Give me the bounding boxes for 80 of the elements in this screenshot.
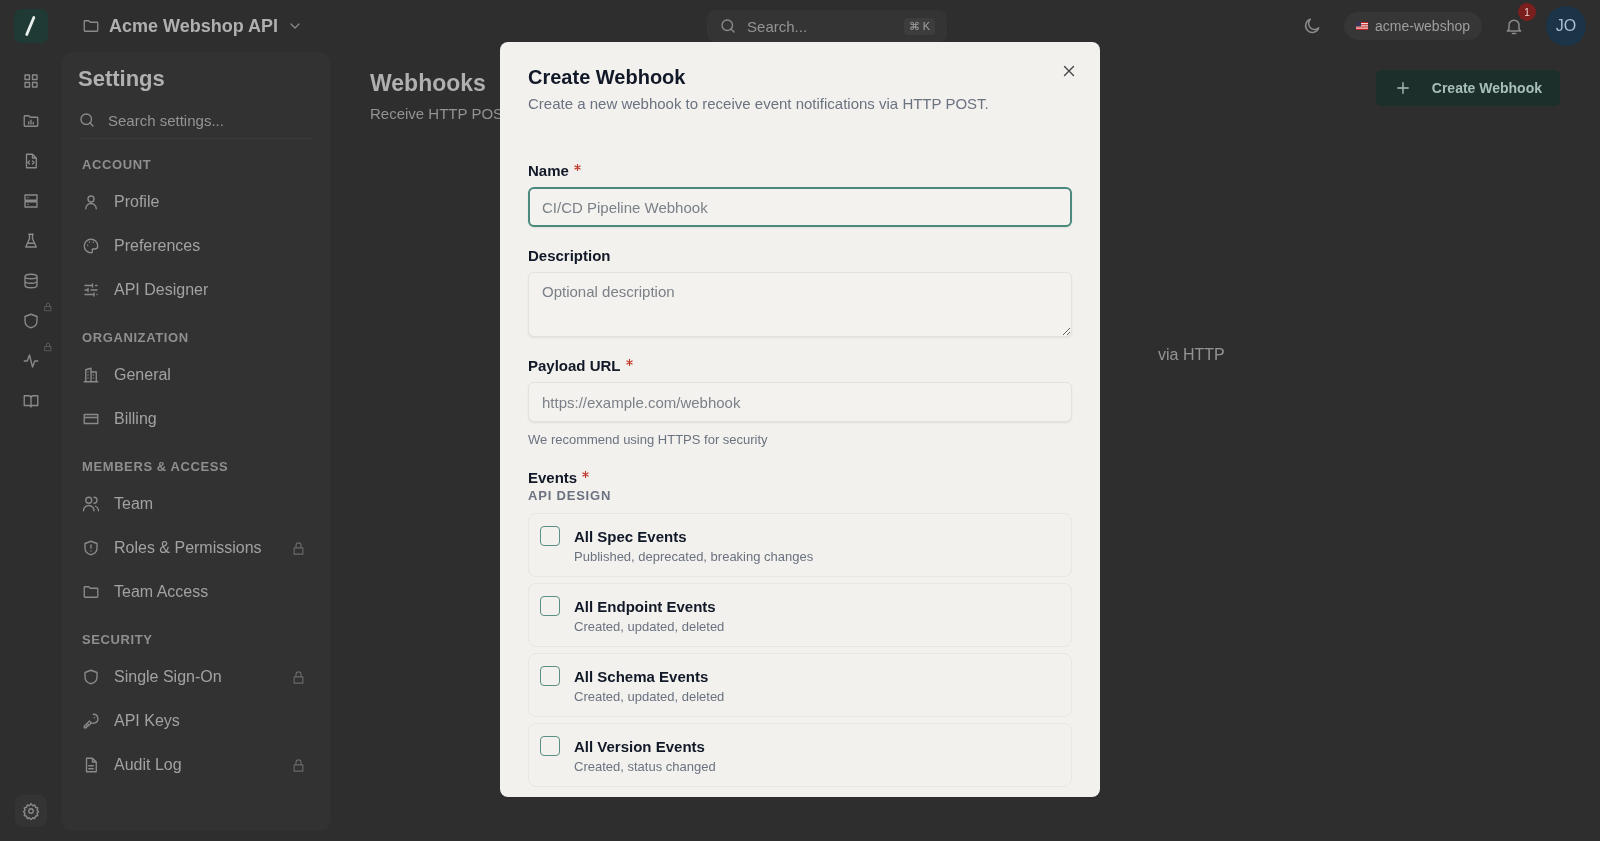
app-logo[interactable] (14, 9, 48, 43)
asterisk-icon (582, 471, 590, 478)
user-icon (82, 193, 100, 211)
section-heading: ORGANIZATION (82, 330, 190, 345)
event-option-card[interactable]: All Schema Events Created, updated, deleted (528, 653, 1072, 717)
checkbox[interactable] (540, 596, 560, 616)
folder-chart-icon[interactable] (22, 112, 40, 130)
search-field[interactable]: Search... ⌘ K (707, 10, 948, 42)
settings-nav-item[interactable]: API Keys (78, 699, 314, 743)
notification-badge: 1 (1518, 3, 1536, 21)
group-heading: API DESIGN (528, 488, 613, 503)
field-label: Name (528, 162, 569, 179)
settings-nav-item[interactable]: Roles & Permissions (78, 526, 314, 570)
project-switcher[interactable]: Acme Webshop API (78, 11, 308, 41)
event-description: Created, updated, deleted (574, 619, 725, 634)
field-label: Payload URL (528, 357, 621, 374)
book-icon[interactable] (22, 392, 40, 410)
event-option-card[interactable]: All Spec Events Published, deprecated, breaking changes (528, 513, 1072, 577)
event-option-card[interactable]: All Version Events Created, status changed (528, 723, 1072, 787)
event-title: All Version Events (574, 738, 706, 755)
asterisk-icon (625, 359, 633, 366)
activity-icon[interactable] (22, 352, 40, 370)
settings-search-field[interactable]: Search settings... (78, 102, 314, 139)
checkbox[interactable] (540, 666, 560, 686)
section-heading: SECURITY (82, 632, 154, 647)
gear-icon (22, 802, 40, 820)
key-icon (82, 712, 100, 730)
shield-icon (82, 668, 100, 686)
section-heading: MEMBERS & ACCESS (82, 459, 230, 474)
search-icon (78, 111, 96, 129)
event-title: All Schema Events (574, 668, 710, 685)
field-label: Events (528, 469, 578, 486)
settings-nav-item[interactable]: Profile (78, 180, 314, 224)
settings-nav-item[interactable]: API Designer (78, 268, 314, 312)
palette-icon (82, 237, 100, 255)
dialog-title: Create Webhook (528, 66, 686, 89)
settings-nav-item[interactable]: Preferences (78, 224, 314, 268)
flask-icon[interactable] (22, 232, 40, 250)
empty-state-text: via HTTP (1158, 346, 1226, 364)
event-description: Created, updated, deleted (574, 689, 725, 704)
description-field[interactable]: Optional description (528, 272, 1072, 337)
server-icon[interactable] (22, 192, 40, 210)
dialog-description: Create a new webhook to receive event notifications via HTTP POST. (528, 95, 990, 112)
grid-icon[interactable] (22, 72, 40, 90)
field-label: Description (528, 247, 611, 264)
user-avatar[interactable]: JO (1546, 6, 1586, 46)
text-input-field[interactable]: CI/CD Pipeline Webhook (528, 187, 1072, 227)
sliders-icon (82, 281, 100, 299)
settings-nav-item[interactable]: Single Sign-On (78, 655, 314, 699)
page-title: Webhooks (370, 70, 487, 97)
section-heading: ACCOUNT (82, 157, 153, 172)
flag-icon (1356, 22, 1369, 30)
folder-icon (82, 583, 100, 601)
checkbox[interactable] (540, 526, 560, 546)
settings-button[interactable] (15, 795, 47, 827)
event-title: All Endpoint Events (574, 598, 717, 615)
shield-alert-icon (82, 539, 100, 557)
lock-icon (43, 342, 53, 352)
field-hint: We recommend using HTTPS for security (528, 432, 769, 447)
building-icon (82, 366, 100, 384)
settings-nav-item[interactable]: Audit Log (78, 743, 314, 787)
settings-title: Settings (78, 66, 166, 92)
settings-nav-item[interactable]: General (78, 353, 314, 397)
event-option-card[interactable]: All Endpoint Events Created, updated, deleted (528, 583, 1072, 647)
lock-icon (43, 302, 53, 312)
shield-icon[interactable] (22, 312, 40, 330)
event-description: Created, status changed (574, 759, 716, 774)
event-title: All Spec Events (574, 528, 688, 545)
settings-nav-item[interactable]: Team (78, 482, 314, 526)
workspace-chip[interactable]: acme-webshop (1344, 12, 1482, 40)
settings-nav-item[interactable]: Team Access (78, 570, 314, 614)
users-icon (82, 495, 100, 513)
event-description: Published, deprecated, breaking changes (574, 549, 814, 564)
checkbox[interactable] (540, 736, 560, 756)
asterisk-icon (573, 164, 581, 171)
folder-icon (82, 17, 100, 35)
create-webhook-button[interactable]: Create Webhook (1375, 70, 1560, 106)
shortcut-hint: ⌘ K (903, 17, 936, 35)
settings-nav-item[interactable]: Billing (78, 397, 314, 441)
database-icon[interactable] (22, 272, 40, 290)
